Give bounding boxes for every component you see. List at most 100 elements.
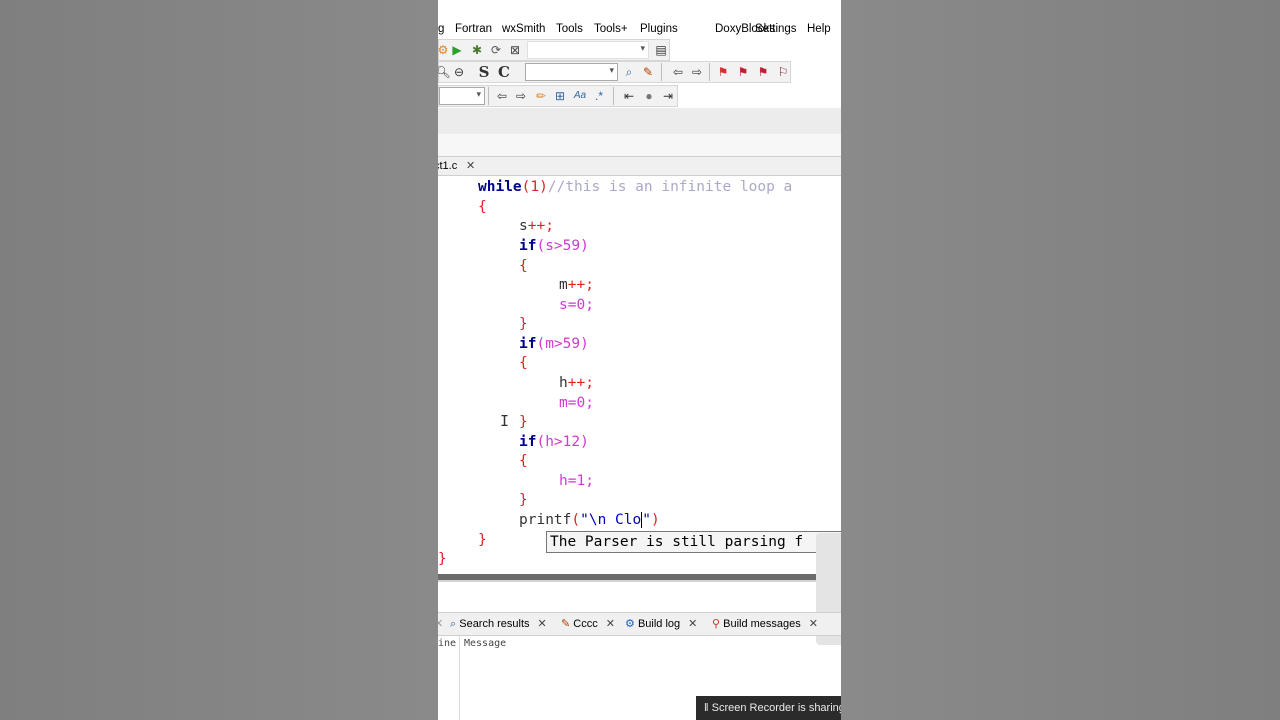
column-separator [459,636,460,720]
code-line: m++; [559,275,594,295]
messages-header: ine Message [438,636,841,652]
symbol-s-button[interactable]: S [476,64,492,80]
replace-icon[interactable]: ✎ [640,64,656,80]
bookmark-toggle-icon[interactable]: ⚑ [715,64,731,80]
menu-item-fortran[interactable]: Fortran [455,23,492,35]
brace: } [478,532,487,548]
close-icon[interactable]: ✕ [688,618,697,630]
step-into-icon[interactable]: ⇤ [621,88,637,104]
tab-search-results[interactable]: ⌕ Search results ✕ [450,616,547,632]
screen-recorder-banner[interactable]: ‖ Screen Recorder is sharing [696,696,841,720]
rebuild-icon[interactable]: ⟳ [488,42,504,58]
jump-back-icon[interactable]: ⇦ [670,64,686,80]
tab-build-log[interactable]: ⚙ Build log ✕ [625,616,697,632]
variable: s [519,218,528,234]
bookmark-next-icon[interactable]: ⚑ [755,64,771,80]
condition: (m>59) [536,336,589,352]
brace: { [519,453,528,469]
string-literal: "\n Clo [580,512,642,528]
operator: ++; [527,218,554,234]
brace: { [519,355,528,371]
code-line: s=0; [559,297,594,313]
menu-item-tools[interactable]: Tools [556,23,583,35]
ibeam-cursor-icon: I [500,412,510,430]
show-target-dialog-icon[interactable]: ▤ [653,42,669,58]
chevron-down-icon: ▾ [609,65,614,75]
separator [488,87,489,105]
select-icon[interactable]: ⊞ [552,88,568,104]
code-line: while(1)//this is an infinite loop a [478,177,792,197]
code-line: h=1; [559,473,594,489]
brace: { [478,199,487,215]
tab-file-label: ct1.c [438,160,458,172]
menu-item-plugins[interactable]: Plugins [640,23,678,35]
step-out-icon[interactable]: ⇥ [660,88,676,104]
logs-tabbar: ✕ ⌕ Search results ✕ ✎ Cccc ✕ ⚙ Build log ✕… [438,612,841,636]
left-letterbox [0,0,438,720]
chevron-down-icon: ▾ [476,89,481,99]
search-combo[interactable]: ▾ [525,63,618,81]
pause-icon[interactable]: ‖ [704,702,709,714]
next-line-icon[interactable]: ⇨ [513,88,529,104]
keyword: while [478,179,522,195]
menu-item-tools-plus[interactable]: Tools+ [594,23,628,35]
condition: (h>12) [536,434,589,450]
pin-icon: ⚲ [712,618,721,630]
highlight-icon[interactable]: ✏ [533,88,549,104]
menu-item-settings[interactable]: Settings [755,23,797,35]
tab-partial[interactable]: ✕ [438,616,443,632]
search-toolbar: 🔍︎ ⊖ S C ▾ ⌕ ✎ ⇦ ⇨ ⚑ ⚑ ⚑ ⚐ [438,61,791,83]
menu-item-help[interactable]: Help [807,23,831,35]
tab-build-messages[interactable]: ⚲ Build messages ✕ [712,616,818,632]
bookmark-prev-icon[interactable]: ⚑ [735,64,751,80]
build-run-icon[interactable]: ✱ [469,42,485,58]
close-icon[interactable]: ✕ [809,618,818,630]
recorder-text: Screen Recorder is sharing [711,702,841,714]
code-line: if(h>12) [519,432,589,452]
right-letterbox [841,0,1280,720]
condition: (s>59) [536,238,589,254]
keyword: if [519,336,537,352]
scope-combo[interactable]: ▾ [439,87,485,105]
regex-icon[interactable]: .* [591,88,607,104]
code-line: printf("\n Clo") [519,510,660,530]
tab-file[interactable]: ct1.c ✕ [438,157,475,175]
tab-label: Build log [637,618,681,630]
run-icon[interactable]: ▶ [449,42,465,58]
close-icon[interactable]: ✕ [538,618,547,630]
pencil-icon: ✎ [561,618,571,630]
record-icon[interactable]: ● [641,88,657,104]
function-name: printf [519,512,572,528]
abort-icon[interactable]: ⊠ [507,42,523,58]
zoom-out-icon[interactable]: ⊖ [451,64,467,80]
zoom-in-icon[interactable]: 🔍︎ [438,64,451,80]
menu-item-wxsmith[interactable]: wxSmith [502,23,545,35]
keyword: if [519,434,537,450]
tab-label: Cccc [573,618,598,630]
separator [709,63,710,81]
tab-cccc[interactable]: ✎ Cccc ✕ [561,616,615,632]
editor-header-spacer [438,134,841,157]
operator: ++; [567,375,594,391]
chevron-down-icon: ▾ [640,43,645,53]
close-icon[interactable]: ✕ [466,157,475,175]
toolbar-dock-area [438,108,841,134]
prev-line-icon[interactable]: ⇦ [494,88,510,104]
symbol-c-button[interactable]: C [496,64,512,80]
build-target-combo[interactable]: ▾ [527,41,649,59]
menu-item-partial[interactable]: g [438,23,444,35]
scrollbar-track [438,580,841,582]
code-line: m=0; [559,395,594,411]
bookmark-clear-icon[interactable]: ⚐ [775,64,791,80]
column-line[interactable]: ine [438,638,456,649]
ide-window: g Fortran wxSmith Tools Tools+ Plugins D… [438,0,841,720]
operator: ++; [567,277,594,293]
brace: } [519,492,528,508]
column-message[interactable]: Message [464,638,506,649]
find-icon[interactable]: ⌕ [621,64,637,80]
jump-forward-icon[interactable]: ⇨ [689,64,705,80]
code-editor[interactable]: while(1)//this is an infinite loop a { s… [438,176,841,572]
edit-toolbar: ▾ ⇦ ⇨ ✏ ⊞ Aa .* ⇤ ● ⇥ [438,85,678,107]
close-icon[interactable]: ✕ [606,618,615,630]
match-case-icon[interactable]: Aa [572,88,588,104]
